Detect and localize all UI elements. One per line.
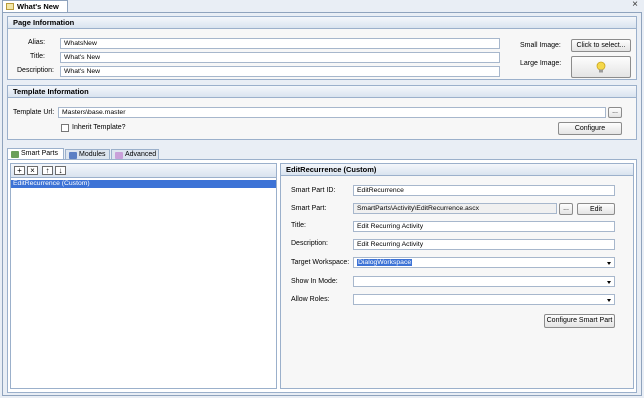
close-icon[interactable]: × bbox=[632, 0, 638, 11]
template-information-group: Template Information Template Url: Maste… bbox=[7, 85, 637, 140]
advanced-icon bbox=[115, 152, 123, 159]
show-in-mode-select[interactable] bbox=[353, 276, 615, 287]
smart-part-label: Smart Part: bbox=[291, 205, 327, 212]
target-workspace-value: DialogWorkspace bbox=[357, 259, 413, 266]
description-label: Description: bbox=[17, 67, 54, 74]
move-down-icon[interactable]: ↓ bbox=[55, 166, 66, 175]
list-item[interactable]: EditRecurrence (Custom) bbox=[11, 180, 276, 188]
smart-parts-list-panel: + × ↑ ↓ EditRecurrence (Custom) bbox=[10, 163, 277, 389]
chevron-down-icon[interactable] bbox=[607, 299, 611, 302]
template-url-label: Template Url: bbox=[13, 109, 55, 116]
smart-parts-icon bbox=[11, 151, 19, 158]
configure-template-button[interactable]: Configure bbox=[558, 122, 622, 135]
title-label: Title: bbox=[291, 222, 306, 229]
select-small-image-button[interactable]: Click to select... bbox=[571, 39, 631, 52]
show-in-mode-label: Show In Mode: bbox=[291, 278, 338, 285]
smart-part-detail-panel: EditRecurrence (Custom) Smart Part ID: E… bbox=[280, 163, 634, 389]
allow-roles-select[interactable] bbox=[353, 294, 615, 305]
detail-header: EditRecurrence (Custom) bbox=[281, 164, 633, 176]
page-icon bbox=[6, 3, 14, 10]
description-field[interactable]: What's New bbox=[60, 66, 500, 77]
delete-icon[interactable]: × bbox=[27, 166, 38, 175]
smart-part-browse-button[interactable]: ... bbox=[559, 203, 573, 215]
edit-button[interactable]: Edit bbox=[577, 203, 615, 215]
alias-label: Alias: bbox=[28, 39, 46, 46]
description-label: Description: bbox=[291, 240, 328, 247]
add-icon[interactable]: + bbox=[14, 166, 25, 175]
page-information-group: Page Information Alias: WhatsNew Title: … bbox=[7, 16, 637, 80]
page-information-header: Page Information bbox=[8, 17, 636, 29]
smart-part-path-field[interactable]: SmartParts\Activity\EditRecurrence.ascx bbox=[353, 203, 557, 214]
large-image-label: Large Image: bbox=[520, 60, 562, 67]
tab-modules-label: Modules bbox=[79, 151, 106, 158]
tab-smart-parts-label: Smart Parts bbox=[21, 150, 58, 157]
smart-parts-tab-panel: + × ↑ ↓ EditRecurrence (Custom) EditRecu… bbox=[7, 159, 637, 393]
inherit-template-label: Inherit Template? bbox=[72, 124, 126, 131]
designer-frame: Page Information Alias: WhatsNew Title: … bbox=[2, 12, 642, 396]
chevron-down-icon[interactable] bbox=[607, 262, 611, 265]
smart-part-title-field[interactable]: Edit Recurring Activity bbox=[353, 221, 615, 232]
template-url-field[interactable]: Masters\base.master bbox=[58, 107, 606, 118]
smart-part-description-field[interactable]: Edit Recurring Activity bbox=[353, 239, 615, 250]
smart-part-id-field[interactable]: EditRecurrence bbox=[353, 185, 615, 196]
lightbulb-icon bbox=[596, 61, 606, 73]
chevron-down-icon[interactable] bbox=[607, 281, 611, 284]
tab-advanced-label: Advanced bbox=[125, 151, 157, 158]
configure-smart-part-button[interactable]: Configure Smart Part bbox=[544, 314, 615, 328]
small-image-label: Small Image: bbox=[520, 42, 561, 49]
target-workspace-select[interactable]: DialogWorkspace bbox=[353, 257, 615, 268]
template-browse-button[interactable]: ... bbox=[608, 107, 622, 118]
document-tab-title: What's New bbox=[17, 2, 59, 11]
modules-icon bbox=[69, 152, 77, 159]
smart-part-id-label: Smart Part ID: bbox=[291, 187, 336, 194]
large-image-button[interactable] bbox=[571, 56, 631, 78]
smart-parts-toolbar: + × ↑ ↓ bbox=[11, 164, 276, 178]
target-workspace-label: Target Workspace: bbox=[291, 259, 350, 266]
template-information-header: Template Information bbox=[8, 86, 636, 98]
title-field[interactable]: What's New bbox=[60, 52, 500, 63]
allow-roles-label: Allow Roles: bbox=[291, 296, 330, 303]
title-label: Title: bbox=[30, 53, 45, 60]
move-up-icon[interactable]: ↑ bbox=[42, 166, 53, 175]
inherit-template-checkbox[interactable] bbox=[61, 124, 69, 132]
alias-field[interactable]: WhatsNew bbox=[60, 38, 500, 49]
document-tab[interactable]: What's New bbox=[2, 0, 68, 12]
